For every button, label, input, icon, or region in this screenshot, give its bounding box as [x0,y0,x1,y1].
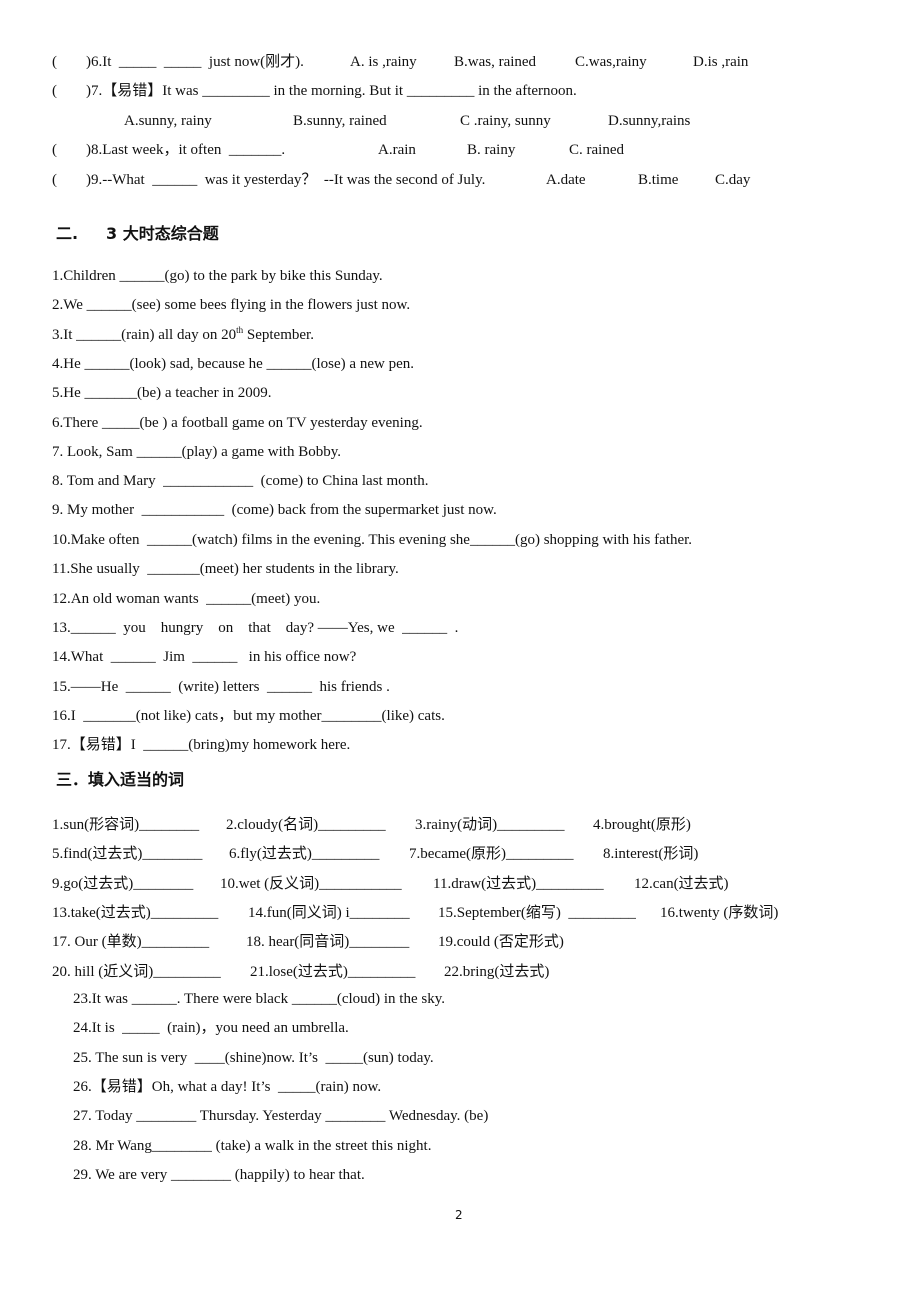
word-item: 14.fun(同义词) i________ [248,905,410,921]
exercise-item: 29. We are very ________ (happily) to he… [73,1167,365,1183]
word-item: 8.interest(形词) [603,846,699,862]
exercise-item: 15.——He ______ (write) letters ______ hi… [52,679,390,695]
exercise-item: 14.What ______ Jim ______ in his office … [52,649,357,665]
option-a: A.rain [378,142,416,158]
word-item: 5.find(过去式)________ [52,846,203,862]
word-item: 19.could (否定形式) [438,934,564,950]
exercise-item: 16.I _______(not like) cats，but my mothe… [52,708,445,724]
option-c: C.day [715,172,751,188]
option-b: B.time [638,172,679,188]
answer-paren[interactable]: ( [52,140,57,160]
word-item: 9.go(过去式)________ [52,876,194,892]
question-stem: )7.【易错】It was _________ in the morning. … [86,83,577,99]
word-item: 21.lose(过去式)_________ [250,964,416,980]
option-b: B.was, rained [454,54,537,70]
word-item: 18. hear(同音词)________ [246,934,410,950]
section-title: 3 大时态综合题 [106,224,219,243]
option-a: A. is ,rainy [350,54,417,70]
option-c: C .rainy, sunny [460,113,551,129]
exercise-item: 17.【易错】I ______(bring)my homework here. [52,737,351,753]
exercise-item: 27. Today ________ Thursday. Yesterday _… [73,1108,489,1124]
word-item: 2.cloudy(名词)_________ [226,817,386,833]
word-item: 3.rainy(动词)_________ [415,817,565,833]
exercise-text: September. [243,327,314,343]
exercise-item: 1.Children ______(go) to the park by bik… [52,268,383,284]
word-item: 13.take(过去式)_________ [52,905,219,921]
exercise-item: 13.______ you hungry on that day? ——Yes,… [52,620,459,636]
exercise-item: 7. Look, Sam ______(play) a game with Bo… [52,444,341,460]
option-d: D.is ,rain [693,54,749,70]
exercise-item: 26.【易错】Oh, what a day! It’s _____(rain) … [73,1079,382,1095]
word-item: 7.became(原形)_________ [409,846,574,862]
exercise-item: 10.Make often ______(watch) films in the… [52,532,693,548]
exercise-item: 23.It was ______. There were black _____… [73,991,445,1007]
exercise-item: 9. My mother ___________ (come) back fro… [52,502,497,518]
word-item: 15.September(缩写) _________ [438,905,636,921]
exercise-item: 28. Mr Wang________ (take) a walk in the… [73,1138,432,1154]
exercise-item: 5.He _______(be) a teacher in 2009. [52,385,272,401]
option-d: D.sunny,rains [608,113,691,129]
exercise-text: 3.It ______(rain) all day on 20 [52,327,237,343]
word-item: 20. hill (近义词)_________ [52,964,221,980]
section-3-heading: 三．填入适当的词 [56,770,185,789]
word-item: 17. Our (单数)_________ [52,934,210,950]
option-b: B.sunny, rained [293,113,387,129]
word-item: 6.fly(过去式)_________ [229,846,380,862]
word-item: 22.bring(过去式) [444,964,550,980]
exercise-item: 8. Tom and Mary ____________ (come) to C… [52,473,429,489]
option-a: A.date [546,172,586,188]
exercise-item: 25. The sun is very ____(shine)now. It’s… [73,1050,434,1066]
word-item: 11.draw(过去式)_________ [433,876,604,892]
exercise-item: 11.She usually _______(meet) her student… [52,561,399,577]
answer-paren[interactable]: ( [52,52,57,72]
option-c: C.was,rainy [575,54,647,70]
exercise-item: 2.We ______(see) some bees flying in the… [52,297,411,313]
word-item: 1.sun(形容词)________ [52,817,200,833]
exercise-item: 24.It is _____ (rain)，you need an umbrel… [73,1020,349,1036]
option-a: A.sunny, rainy [124,113,212,129]
word-item: 4.brought(原形) [593,817,691,833]
word-item: 16.twenty (序数词) [660,905,779,921]
exercise-item: 3.It ______(rain) all day on 20th Septem… [52,325,314,345]
question-stem: )6.It _____ _____ just now(刚才). [86,54,304,70]
exercise-item: 12.An old woman wants ______(meet) you. [52,591,321,607]
word-item: 12.can(过去式) [634,876,729,892]
question-stem: )9.--What ______ was it yesterday？ --It … [86,172,486,188]
answer-paren[interactable]: ( [52,170,57,190]
section-number: 二. [56,224,79,243]
exercise-item: 4.He ______(look) sad, because he ______… [52,356,414,372]
option-c: C. rained [569,142,624,158]
question-stem: )8.Last week，it often _______. [86,142,286,158]
answer-paren[interactable]: ( [52,81,57,101]
word-item: 10.wet (反义词)___________ [220,876,402,892]
option-b: B. rainy [467,142,516,158]
page-number: 2 [455,1208,463,1222]
exercise-item: 6.There _____(be ) a football game on TV… [52,415,423,431]
